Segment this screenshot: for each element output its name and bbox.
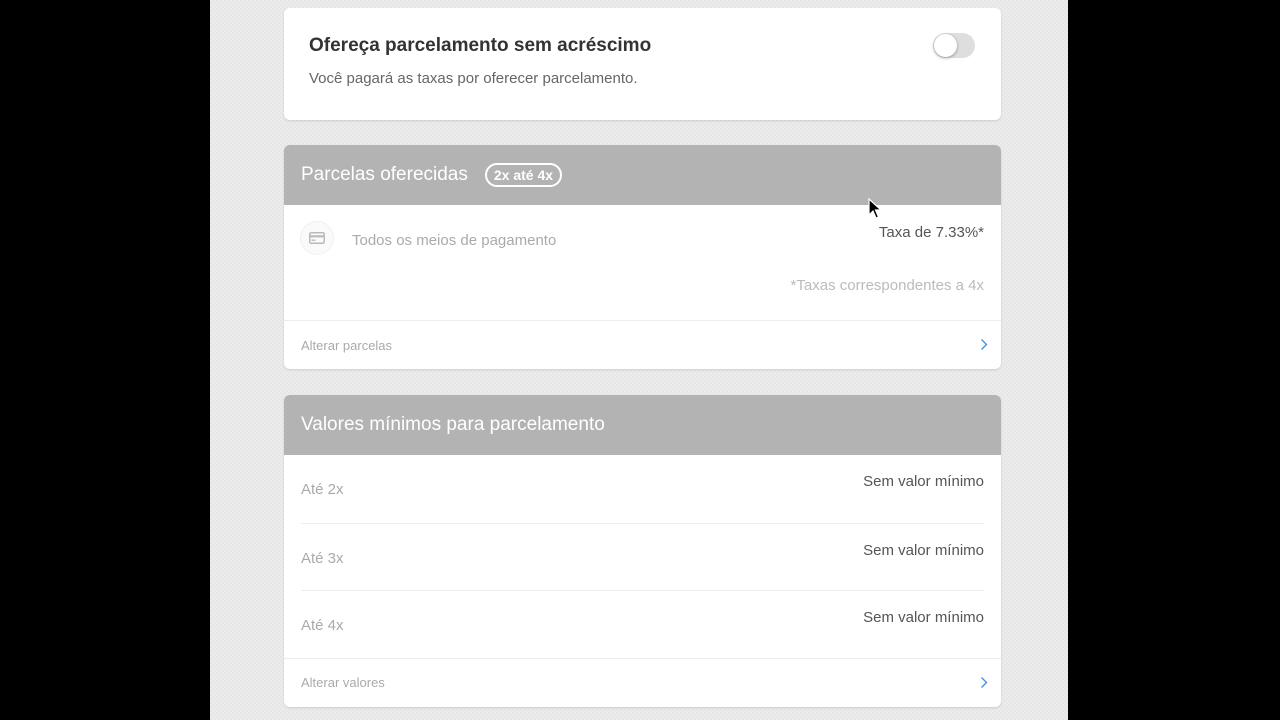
interest-free-toggle[interactable] [933, 33, 975, 58]
minimums-header-title: Valores mínimos para parcelamento [301, 414, 605, 435]
payment-methods-label: Todos os meios de pagamento [352, 232, 557, 249]
toggle-knob [934, 34, 957, 57]
fee-rate: Taxa de 7.33%* [878, 224, 984, 241]
chevron-right-icon [981, 339, 988, 350]
minimum-values-card: Valores mínimos para parcelamento Até 2x… [284, 395, 1001, 707]
installments-header: Parcelas oferecidas 2x até 4x [284, 145, 1001, 205]
fee-note: *Taxas correspondentes a 4x [790, 277, 984, 294]
minimum-row-label: Até 4x [301, 617, 344, 634]
offer-description: Você pagará as taxas por oferecer parcel… [309, 70, 638, 87]
minimum-row: Até 2x Sem valor mínimo [301, 455, 984, 523]
settings-page: Ofereça parcelamento sem acréscimo Você … [210, 0, 1068, 720]
credit-card-icon [300, 221, 334, 255]
minimum-row: Até 3x Sem valor mínimo [301, 522, 984, 591]
installments-range-badge: 2x até 4x [484, 163, 563, 187]
minimums-header: Valores mínimos para parcelamento [284, 395, 1001, 455]
installments-header-title: Parcelas oferecidas [301, 164, 468, 185]
change-installments-link[interactable]: Alterar parcelas [284, 321, 1001, 369]
interest-free-offer-card: Ofereça parcelamento sem acréscimo Você … [284, 8, 1001, 120]
chevron-right-icon [981, 676, 988, 688]
minimum-row-value: Sem valor mínimo [863, 609, 984, 626]
minimum-row-value: Sem valor mínimo [863, 473, 984, 490]
change-installments-label: Alterar parcelas [301, 337, 393, 353]
minimum-row-label: Até 3x [301, 549, 344, 567]
minimum-row: Até 4x Sem valor mínimo [301, 590, 984, 658]
installments-offered-card: Parcelas oferecidas 2x até 4x Todos os m… [284, 145, 1001, 369]
change-values-link[interactable]: Alterar valores [284, 657, 1001, 706]
minimum-row-label: Até 2x [301, 481, 344, 498]
minimum-row-value: Sem valor mínimo [863, 541, 984, 559]
payment-methods-row: Todos os meios de pagamento Taxa de 7.33… [284, 205, 1001, 320]
change-values-label: Alterar valores [301, 674, 385, 690]
offer-title: Ofereça parcelamento sem acréscimo [309, 35, 652, 56]
